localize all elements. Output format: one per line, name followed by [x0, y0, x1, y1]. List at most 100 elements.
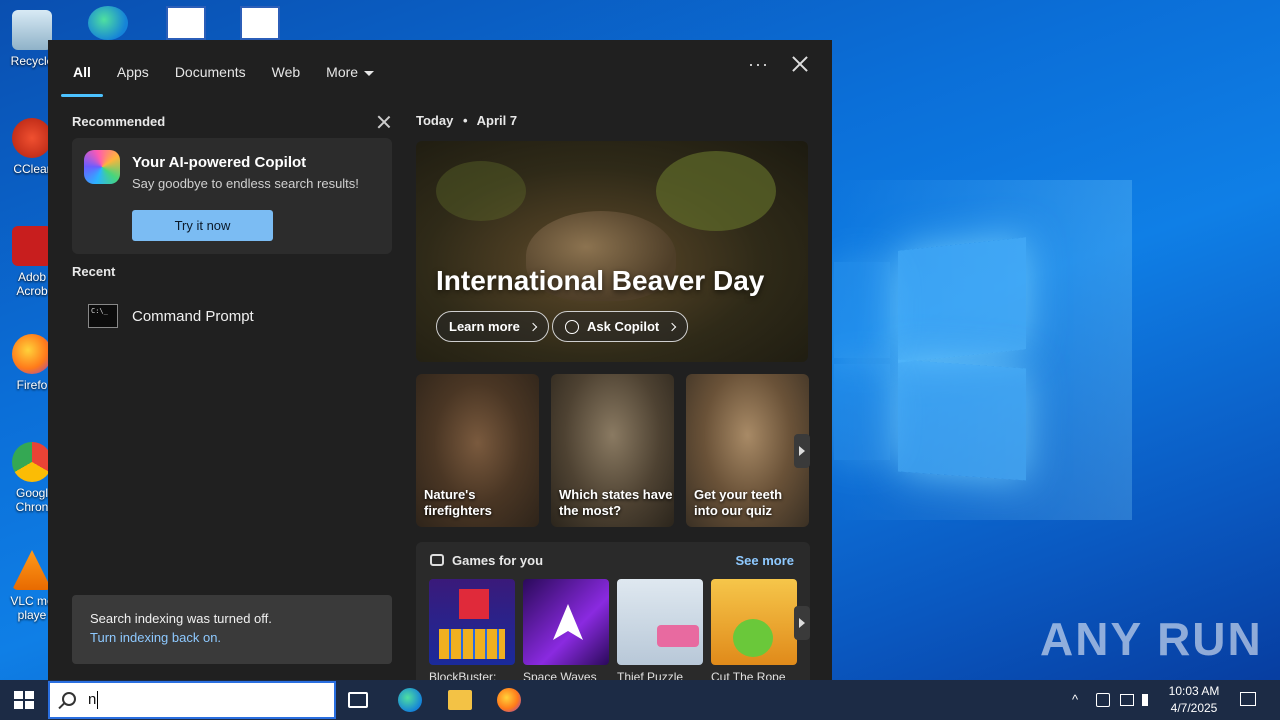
game-space-waves[interactable]	[523, 579, 609, 665]
command-prompt-icon	[88, 304, 118, 328]
anyrun-watermark: ANY RUN	[1040, 613, 1263, 665]
recent-item-label: Command Prompt	[132, 307, 254, 325]
cut-the-rope-thumbnail	[733, 619, 773, 657]
blockbuster-thumbnail	[459, 589, 489, 619]
windows-logo-pane	[25, 701, 34, 709]
try-it-now-button[interactable]: Try it now	[132, 210, 273, 241]
edge-taskbar-icon[interactable]	[398, 688, 422, 712]
today-label: Today	[416, 113, 454, 128]
desktop-icon-label: Adob Acrob	[16, 270, 48, 298]
search-panel: All Apps Documents Web More ··· Recommen…	[48, 40, 832, 684]
games-section: Games for you See more BlockBuster: Spac…	[416, 542, 810, 684]
start-button[interactable]	[14, 691, 34, 709]
tiles-next-button[interactable]	[794, 434, 810, 468]
game-cut-the-rope[interactable]	[711, 579, 797, 665]
wallpaper-logo-pane	[834, 262, 890, 358]
word-document-icon[interactable]	[240, 6, 280, 40]
tile-caption: Nature's firefighters	[424, 487, 492, 518]
chevron-down-icon	[364, 70, 375, 76]
vlc-icon	[12, 550, 52, 590]
more-options-button[interactable]: ···	[748, 54, 769, 75]
show-hidden-icons-button[interactable]: ^	[1072, 692, 1078, 707]
games-next-button[interactable]	[794, 606, 810, 640]
learn-more-button[interactable]: Learn more	[436, 311, 549, 342]
tile-caption: Which states have the most?	[559, 487, 673, 518]
recycle-bin-icon	[12, 10, 52, 50]
acrobat-icon	[12, 226, 52, 266]
desktop-icon-label: CClear	[13, 162, 51, 176]
wallpaper-logo-pane	[898, 359, 1026, 481]
today-hero-card[interactable]: International Beaver Day Learn more Ask …	[416, 141, 808, 362]
hero-title: International Beaver Day	[436, 265, 765, 296]
windows-logo-pane	[14, 701, 23, 709]
tab-apps[interactable]: Apps	[104, 59, 162, 85]
copilot-title: Your AI-powered Copilot	[132, 154, 307, 171]
clock-date: 4/7/2025	[1170, 701, 1218, 715]
recent-heading: Recent	[72, 264, 116, 279]
hero-foliage	[656, 151, 776, 231]
tab-web[interactable]: Web	[259, 59, 314, 85]
chevron-right-icon	[528, 322, 538, 331]
game-blockbuster[interactable]	[429, 579, 515, 665]
wallpaper-logo-pane	[834, 364, 890, 460]
firefox-taskbar-icon[interactable]	[497, 688, 521, 712]
windows-logo-pane	[25, 691, 34, 699]
space-waves-thumbnail	[553, 604, 583, 640]
notification-center-icon[interactable]	[1240, 692, 1256, 706]
today-date: April 7	[476, 113, 518, 128]
search-value: n	[88, 691, 97, 708]
see-more-link[interactable]: See more	[735, 553, 794, 568]
copilot-icon	[84, 150, 120, 184]
thief-puzzle-thumbnail	[657, 625, 699, 647]
search-icon	[62, 692, 76, 706]
tile-which-states[interactable]: Which states have the most?	[551, 374, 674, 527]
tab-all[interactable]: All	[60, 59, 104, 97]
text-cursor	[97, 691, 99, 710]
recent-item-command-prompt[interactable]: Command Prompt	[72, 294, 392, 338]
copilot-subtitle: Say goodbye to endless search results!	[132, 176, 359, 191]
chevron-right-icon	[667, 322, 677, 331]
tile-caption: Get your teeth into our quiz	[694, 487, 783, 518]
file-explorer-icon[interactable]	[448, 690, 472, 710]
game-thief-puzzle[interactable]	[617, 579, 703, 665]
blockbuster-thumbnail	[439, 629, 505, 659]
games-heading: Games for you	[452, 553, 544, 568]
volume-icon[interactable]	[1142, 694, 1156, 706]
close-panel-button[interactable]	[790, 54, 810, 74]
turn-indexing-on-link[interactable]: Turn indexing back on.	[90, 630, 374, 645]
wallpaper-logo-pane	[898, 237, 1026, 363]
tab-more-label: More	[326, 64, 359, 80]
desktop-icon-label: Googl Chron	[15, 486, 49, 514]
network-icon[interactable]	[1120, 694, 1134, 706]
today-header: Today • April 7	[416, 113, 517, 128]
search-value-wrapper: n	[88, 691, 99, 710]
hero-foliage	[436, 161, 526, 221]
learn-more-label: Learn more	[449, 319, 520, 334]
dismiss-recommended-button[interactable]	[377, 115, 391, 129]
copilot-card: Your AI-powered Copilot Say goodbye to e…	[72, 138, 392, 254]
edge-desktop-icon[interactable]	[88, 6, 128, 40]
ccleaner-icon	[12, 118, 52, 158]
clock-time: 10:03 AM	[1168, 684, 1220, 698]
chrome-icon	[12, 442, 52, 482]
taskbar-clock[interactable]: 10:03 AM 4/7/2025	[1162, 683, 1226, 717]
desktop-icon-label: Recycle	[10, 54, 54, 68]
chat-icon	[565, 319, 579, 334]
firefox-icon	[12, 334, 52, 374]
task-view-icon[interactable]	[348, 692, 368, 708]
word-document-icon[interactable]	[166, 6, 206, 40]
gamepad-icon	[430, 554, 444, 566]
tile-beaver-quiz[interactable]: Get your teeth into our quiz	[686, 374, 809, 527]
search-tabs: All Apps Documents Web More	[60, 52, 387, 97]
tab-documents[interactable]: Documents	[162, 59, 259, 85]
taskbar-search-input[interactable]: n	[48, 681, 336, 719]
ask-copilot-button[interactable]: Ask Copilot	[552, 311, 689, 342]
today-separator: •	[462, 113, 468, 128]
tab-more[interactable]: More	[313, 59, 387, 85]
tile-natures-firefighters[interactable]: Nature's firefighters	[416, 374, 539, 527]
recommended-heading: Recommended	[72, 114, 166, 129]
ask-copilot-label: Ask Copilot	[587, 319, 660, 334]
windows-logo-pane	[14, 691, 23, 699]
indexing-message: Search indexing was turned off.	[90, 611, 272, 626]
meet-now-icon[interactable]	[1096, 693, 1110, 707]
